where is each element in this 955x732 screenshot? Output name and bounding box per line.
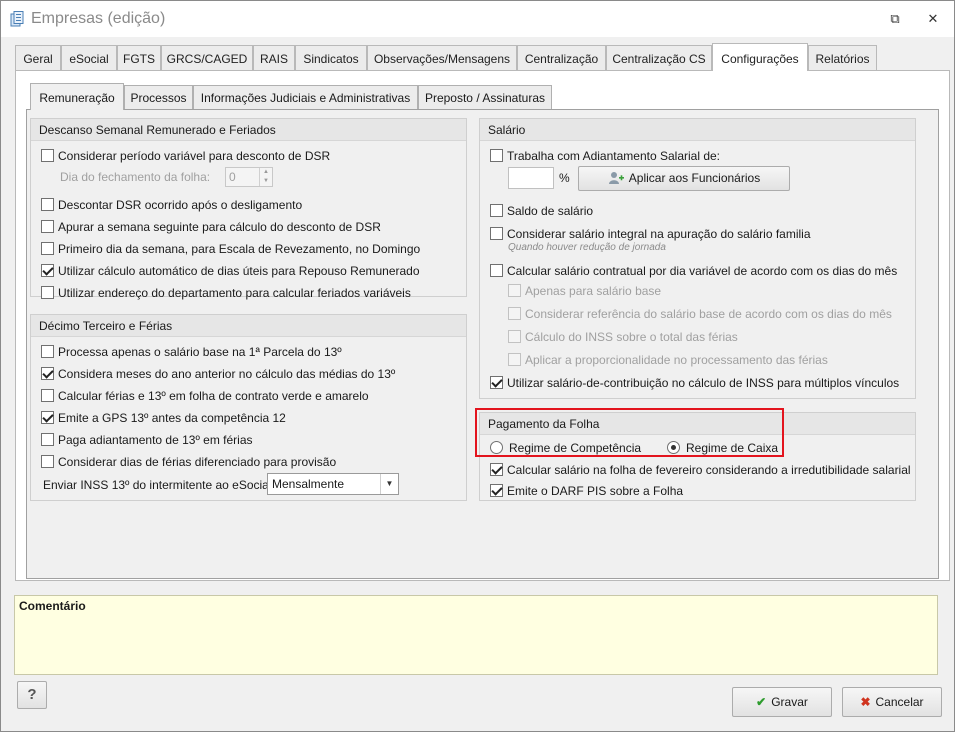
dsr-dias-uteis[interactable]: Utilizar cálculo automático de dias útei…	[41, 262, 420, 280]
dsr-semana-seguinte[interactable]: Apurar a semana seguinte para cálculo do…	[41, 218, 381, 236]
aplicar-funcionarios-button[interactable]: Aplicar aos Funcionários	[578, 166, 790, 191]
window-title: Empresas (edição)	[31, 10, 166, 27]
remuneracao-panel: Descanso Semanal Remunerado e Feriados C…	[26, 109, 939, 579]
tab-geral[interactable]: Geral	[15, 45, 61, 71]
dsr-desligamento[interactable]: Descontar DSR ocorrido após o desligamen…	[41, 196, 302, 214]
checkbox[interactable]	[490, 484, 503, 497]
inss-total-ferias[interactable]: Cálculo do INSS sobre o total das férias	[508, 328, 738, 346]
referencia-salario-base[interactable]: Considerar referência do salário base de…	[508, 305, 892, 323]
checkbox[interactable]	[41, 367, 54, 380]
salario-group: Salário Trabalha com Adiantamento Salari…	[479, 118, 916, 399]
adiantamento-percent-input[interactable]	[508, 167, 554, 189]
salario-group-title: Salário	[480, 119, 915, 141]
checkbox[interactable]	[490, 376, 503, 389]
percent-label: %	[559, 171, 570, 185]
decimo-salario-base[interactable]: Processa apenas o salário base na 1ª Par…	[41, 343, 342, 361]
checkbox[interactable]	[508, 330, 521, 343]
checkbox[interactable]	[41, 264, 54, 277]
close-icon: ✖	[860, 695, 871, 709]
decimo-verde-amarelo[interactable]: Calcular férias e 13º em folha de contra…	[41, 387, 369, 405]
dia-fechamento-spinner[interactable]: 0 ▲ ▼	[225, 167, 273, 187]
tab-grcs-caged[interactable]: GRCS/CAGED	[161, 45, 253, 71]
chevron-down-icon[interactable]: ▼	[380, 474, 398, 494]
subtab-remuneracao[interactable]: Remuneração	[30, 83, 124, 110]
title-bar: Empresas (edição) ⧉ ✕	[1, 1, 954, 37]
salario-integral-hint: Quando houver redução de jornada	[508, 242, 666, 253]
tab-relatorios[interactable]: Relatórios	[808, 45, 877, 71]
inss-intermitente-label: Enviar INSS 13º do intermitente ao eSoci…	[43, 478, 272, 492]
checkbox[interactable]	[508, 307, 521, 320]
gravar-button[interactable]: ✔ Gravar	[732, 687, 832, 717]
restore-button[interactable]: ⧉	[881, 7, 909, 31]
tab-fgts[interactable]: FGTS	[117, 45, 161, 71]
checkbox[interactable]	[41, 345, 54, 358]
checkbox[interactable]	[41, 220, 54, 233]
decimo-gps[interactable]: Emite a GPS 13º antes da competência 12	[41, 409, 286, 427]
apenas-salario-base[interactable]: Apenas para salário base	[508, 282, 661, 300]
checkbox[interactable]	[41, 149, 54, 162]
comment-area[interactable]: Comentário	[14, 595, 938, 675]
checkbox[interactable]	[490, 463, 503, 476]
saldo-salario[interactable]: Saldo de salário	[490, 202, 593, 220]
checkbox[interactable]	[508, 353, 521, 366]
proporcionalidade-ferias[interactable]: Aplicar a proporcionalidade no processam…	[508, 351, 828, 369]
tab-centralizacao-cs[interactable]: Centralização CS	[606, 45, 712, 71]
dia-fechamento-label: Dia do fechamento da folha:	[60, 170, 211, 184]
multiplos-vinculos[interactable]: Utilizar salário-de-contribuição no cálc…	[490, 374, 899, 392]
tab-observacoes[interactable]: Observações/Mensagens	[367, 45, 517, 71]
checkbox[interactable]	[41, 389, 54, 402]
checkbox[interactable]	[41, 198, 54, 211]
dsr-group: Descanso Semanal Remunerado e Feriados C…	[30, 118, 467, 300]
salario-contratual[interactable]: Calcular salário contratual por dia vari…	[490, 262, 897, 280]
decimo-group-title: Décimo Terceiro e Férias	[31, 315, 466, 337]
checkmark-icon: ✔	[756, 695, 767, 709]
main-tab-content: Remuneração Processos Informações Judici…	[15, 70, 950, 581]
checkbox[interactable]	[41, 433, 54, 446]
tab-esocial[interactable]: eSocial	[61, 45, 117, 71]
app-icon	[10, 11, 24, 27]
decimo-adiantamento-ferias[interactable]: Paga adiantamento de 13º em férias	[41, 431, 253, 449]
irredutibilidade-salarial[interactable]: Calcular salário na folha de fevereiro c…	[490, 461, 911, 479]
tab-configuracoes[interactable]: Configurações	[712, 43, 808, 71]
checkbox[interactable]	[508, 284, 521, 297]
decimo-meses-anterior[interactable]: Considera meses do ano anterior no cálcu…	[41, 365, 395, 383]
salario-integral[interactable]: Considerar salário integral na apuração …	[490, 225, 811, 243]
tab-centralizacao[interactable]: Centralização	[517, 45, 606, 71]
checkbox[interactable]	[490, 149, 503, 162]
checkbox[interactable]	[41, 411, 54, 424]
close-button[interactable]: ✕	[919, 7, 947, 31]
checkbox[interactable]	[41, 455, 54, 468]
subtab-informacoes-judiciais[interactable]: Informações Judiciais e Administrativas	[193, 85, 418, 109]
checkbox[interactable]	[490, 227, 503, 240]
subtab-preposto[interactable]: Preposto / Assinaturas	[418, 85, 552, 109]
add-user-icon	[608, 172, 624, 184]
comment-label: Comentário	[19, 599, 86, 613]
dsr-periodo-variavel[interactable]: Considerar período variável para descont…	[41, 147, 330, 165]
dsr-primeiro-dia[interactable]: Primeiro dia da semana, para Escala de R…	[41, 240, 420, 258]
dsr-group-title: Descanso Semanal Remunerado e Feriados	[31, 119, 466, 141]
cancelar-button[interactable]: ✖ Cancelar	[842, 687, 942, 717]
spinner-arrows-icon[interactable]: ▲ ▼	[259, 168, 272, 186]
checkbox[interactable]	[490, 204, 503, 217]
subtab-processos[interactable]: Processos	[124, 85, 193, 109]
tab-sindicatos[interactable]: Sindicatos	[295, 45, 367, 71]
window: Empresas (edição) ⧉ ✕ Geral eSocial FGTS…	[0, 0, 955, 732]
help-button[interactable]: ?	[17, 681, 47, 709]
decimo-dias-ferias[interactable]: Considerar dias de férias diferenciado p…	[41, 453, 336, 471]
dsr-endereco-departamento[interactable]: Utilizar endereço do departamento para c…	[41, 284, 411, 302]
darf-pis[interactable]: Emite o DARF PIS sobre a Folha	[490, 482, 683, 500]
tab-rais[interactable]: RAIS	[253, 45, 295, 71]
decimo-group: Décimo Terceiro e Férias Processa apenas…	[30, 314, 467, 501]
adiantamento-salarial[interactable]: Trabalha com Adiantamento Salarial de:	[490, 147, 720, 165]
checkbox[interactable]	[41, 242, 54, 255]
inss-intermitente-select[interactable]: Mensalmente ▼	[267, 473, 399, 495]
checkbox[interactable]	[490, 264, 503, 277]
checkbox[interactable]	[41, 286, 54, 299]
highlight-box	[475, 408, 784, 457]
